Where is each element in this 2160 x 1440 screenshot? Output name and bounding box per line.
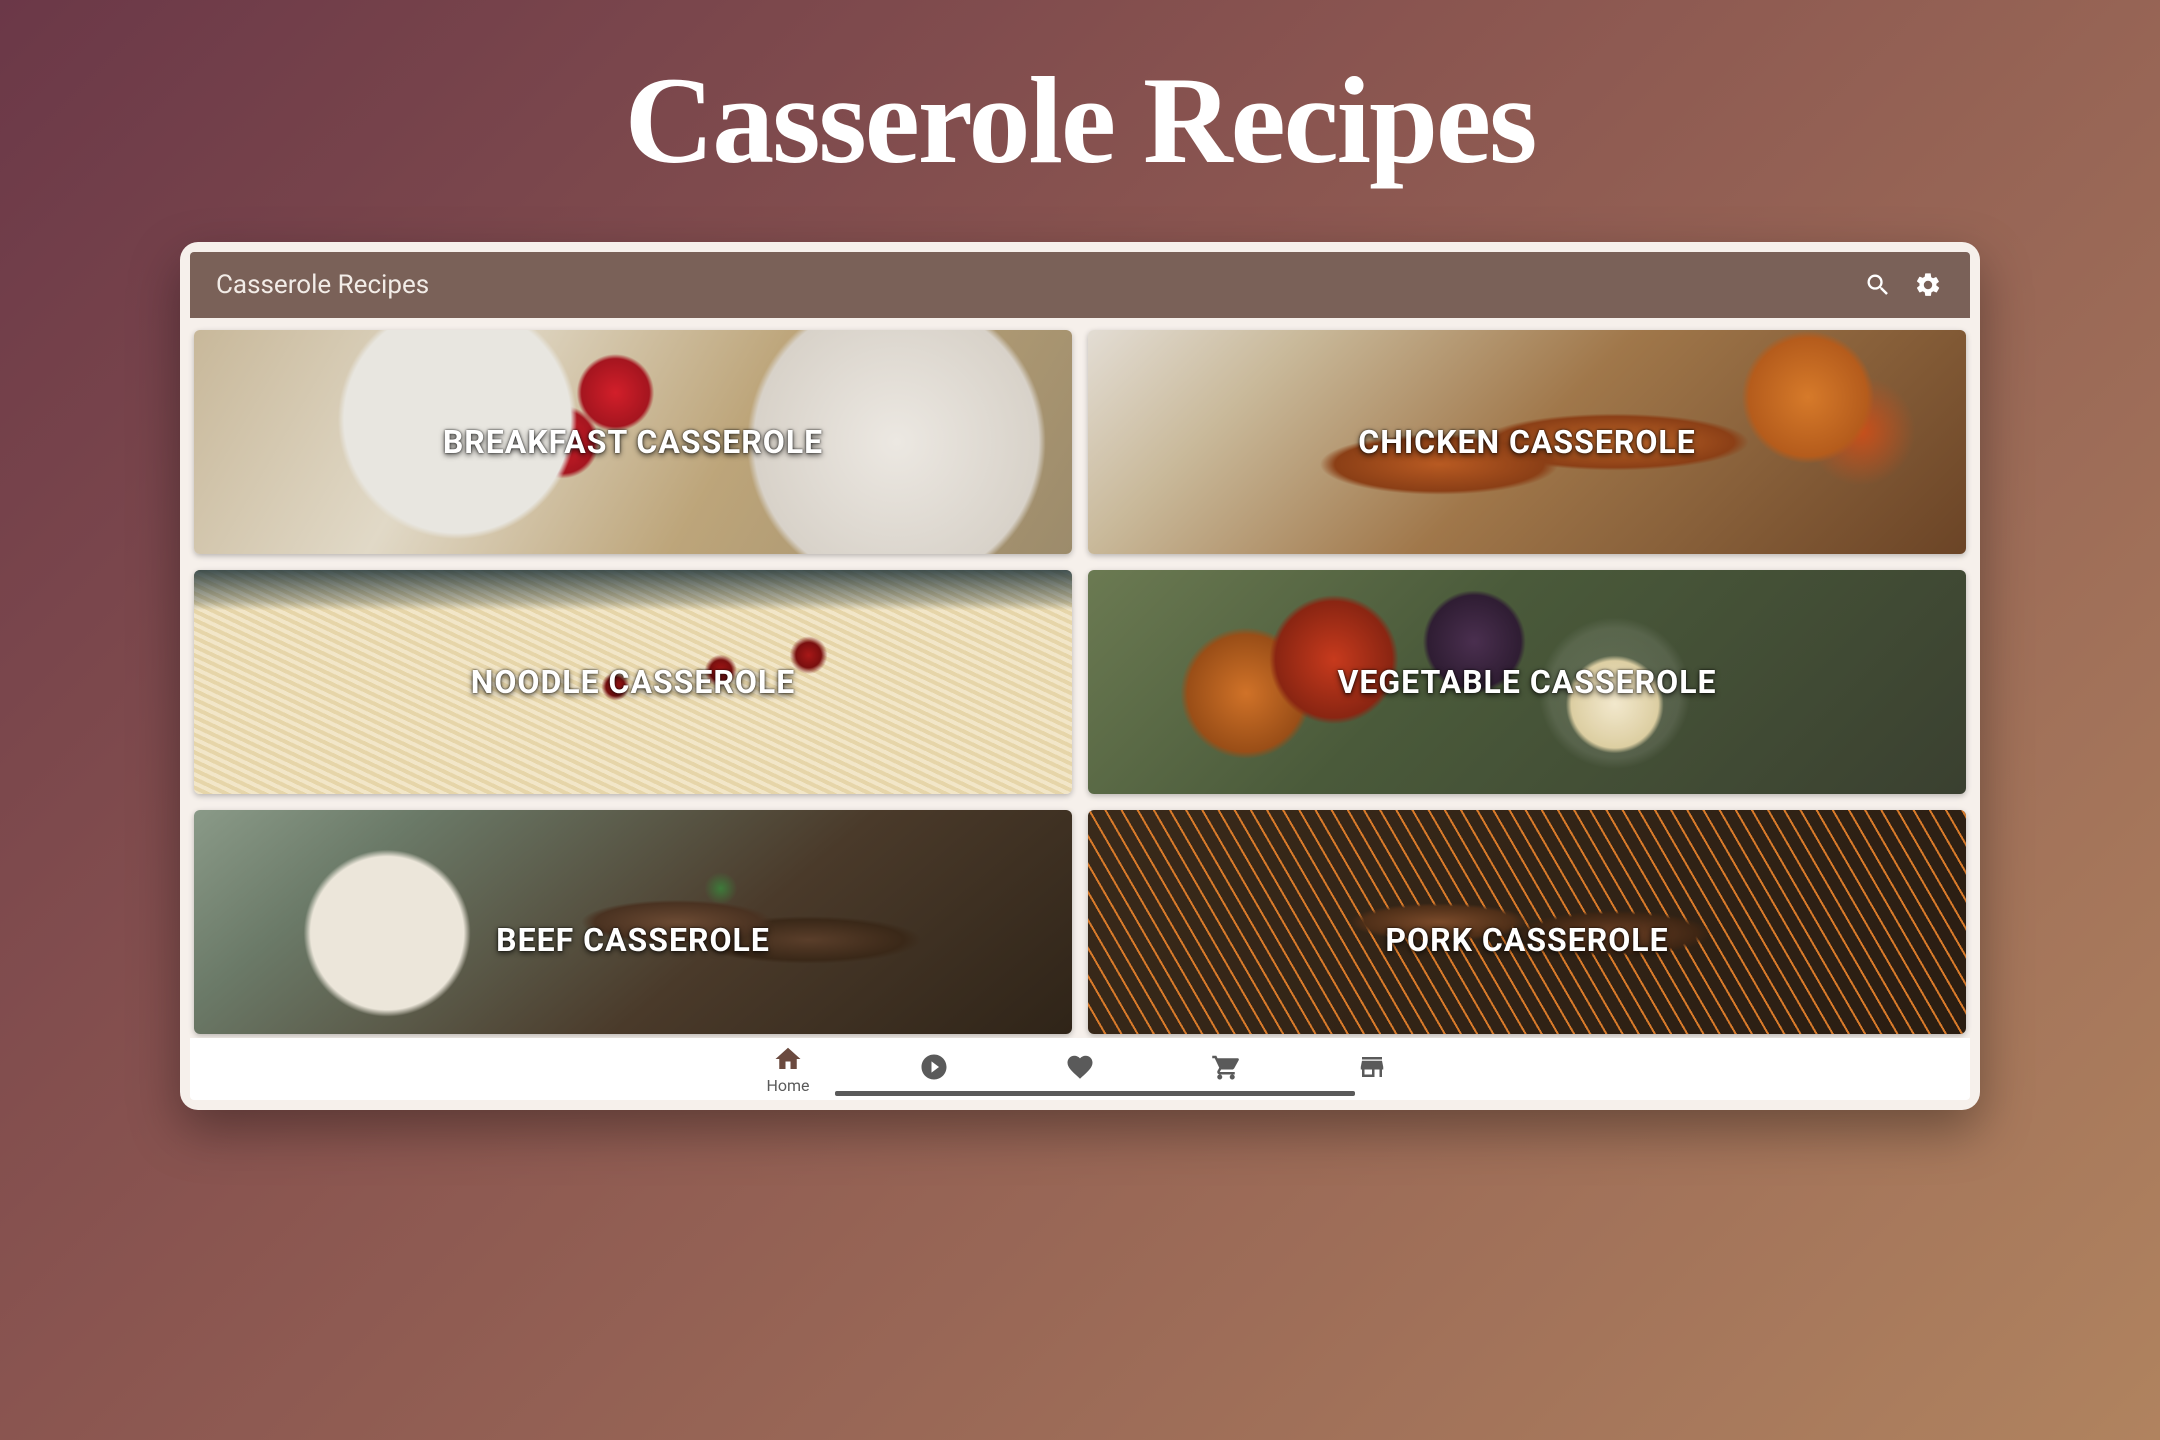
recipe-card-beef[interactable]: BEEF CASSEROLE	[194, 810, 1072, 1034]
nav-home[interactable]: Home	[760, 1044, 816, 1095]
nav-cart[interactable]	[1198, 1052, 1254, 1086]
recipe-card-label: PORK CASSEROLE	[1385, 921, 1668, 959]
recipe-card-label: NOODLE CASSEROLE	[471, 663, 795, 701]
settings-icon[interactable]	[1912, 269, 1944, 301]
play-circle-icon	[919, 1052, 949, 1086]
recipe-card-vegetable[interactable]: VEGETABLE CASSEROLE	[1088, 570, 1966, 794]
recipe-card-breakfast[interactable]: BREAKFAST CASSEROLE	[194, 330, 1072, 554]
recipe-card-label: CHICKEN CASSEROLE	[1358, 423, 1695, 461]
recipe-grid: BREAKFAST CASSEROLE CHICKEN CASSEROLE NO…	[190, 318, 1970, 1034]
recipe-card-label: BEEF CASSEROLE	[496, 921, 770, 959]
home-icon	[773, 1044, 803, 1078]
recipe-card-label: VEGETABLE CASSEROLE	[1337, 663, 1716, 701]
nav-home-label: Home	[766, 1076, 809, 1095]
nav-favorites[interactable]	[1052, 1052, 1108, 1086]
search-icon[interactable]	[1862, 269, 1894, 301]
store-icon	[1357, 1052, 1387, 1086]
recipe-card-chicken[interactable]: CHICKEN CASSEROLE	[1088, 330, 1966, 554]
nav-indicator	[835, 1091, 1355, 1096]
recipe-card-noodle[interactable]: NOODLE CASSEROLE	[194, 570, 1072, 794]
app-topbar-title: Casserole Recipes	[216, 270, 1844, 300]
recipe-card-label: BREAKFAST CASSEROLE	[443, 423, 823, 461]
recipe-card-pork[interactable]: PORK CASSEROLE	[1088, 810, 1966, 1034]
app-window: Casserole Recipes BREAKFAST CASSEROLE CH…	[180, 242, 1980, 1110]
page-title: Casserole Recipes	[625, 50, 1536, 192]
heart-icon	[1065, 1052, 1095, 1086]
app-topbar: Casserole Recipes	[190, 252, 1970, 318]
nav-play[interactable]	[906, 1052, 962, 1086]
cart-icon	[1211, 1052, 1241, 1086]
nav-store[interactable]	[1344, 1052, 1400, 1086]
bottom-nav: Home	[190, 1038, 1970, 1100]
